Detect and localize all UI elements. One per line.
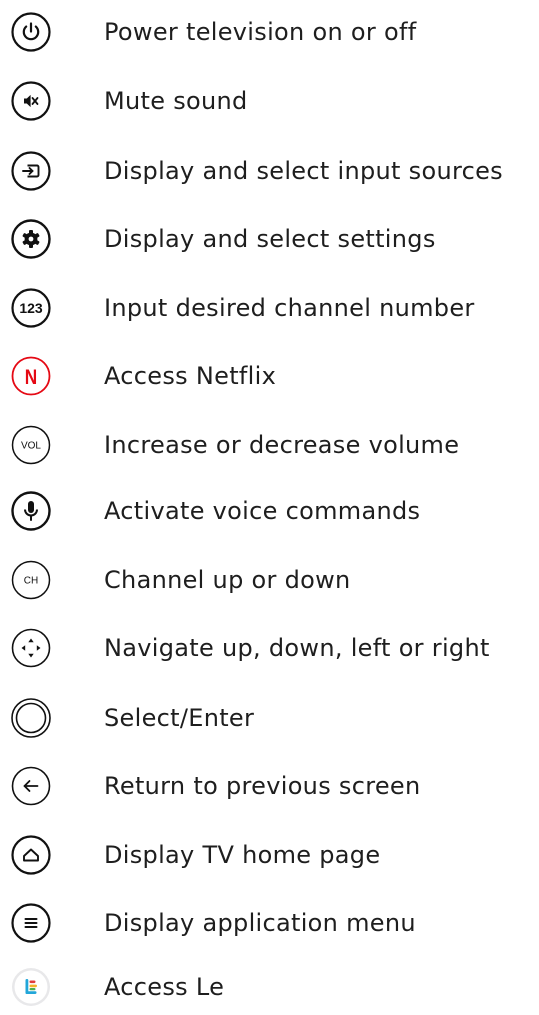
legend-label: Input desired channel number (104, 294, 475, 322)
menu-icon (10, 902, 52, 944)
legend-row-voice: Activate voice commands (0, 487, 539, 535)
legend-row-channel-number: 123 Input desired channel number (0, 284, 539, 332)
svg-text:N: N (25, 367, 37, 390)
legend-row-settings: Display and select settings (0, 215, 539, 263)
legend-row-netflix: N Access Netflix (0, 352, 539, 400)
input-source-icon (10, 150, 52, 192)
power-icon (10, 11, 52, 53)
legend-row-volume: VOL Increase or decrease volume (0, 421, 539, 469)
legend-label: Display TV home page (104, 841, 381, 869)
legend-row-input: Display and select input sources (0, 147, 539, 195)
legend-row-home: Display TV home page (0, 831, 539, 879)
navigation-dpad-icon (10, 627, 52, 669)
legend-row-channel: CH Channel up or down (0, 556, 539, 604)
legend-row-navigate: Navigate up, down, left or right (0, 624, 539, 672)
legend-label: Return to previous screen (104, 772, 421, 800)
legend-label: Navigate up, down, left or right (104, 634, 490, 662)
number-pad-icon: 123 (10, 287, 52, 329)
legend-row-back: Return to previous screen (0, 762, 539, 810)
mute-icon (10, 80, 52, 122)
legend-row-power: Power television on or off (0, 8, 539, 56)
legend-label: Display and select input sources (104, 157, 503, 185)
legend-row-mute: Mute sound (0, 77, 539, 125)
volume-icon: VOL (10, 424, 52, 466)
svg-text:CH: CH (24, 576, 38, 587)
le-app-icon (10, 966, 52, 1008)
microphone-icon (10, 490, 52, 532)
legend-label: Select/Enter (104, 704, 255, 732)
legend-label: Increase or decrease volume (104, 431, 460, 459)
legend-label: Mute sound (104, 87, 248, 115)
svg-text:123: 123 (19, 300, 43, 316)
legend-label: Display and select settings (104, 225, 436, 253)
home-icon (10, 834, 52, 876)
legend-label: Display application menu (104, 909, 416, 937)
legend-label: Activate voice commands (104, 497, 421, 525)
remote-button-legend: Power television on or off Mute sound Di… (0, 0, 539, 1015)
legend-label: Access Netflix (104, 362, 277, 390)
legend-row-menu: Display application menu (0, 899, 539, 947)
settings-gear-icon (10, 218, 52, 260)
channel-icon: CH (10, 559, 52, 601)
netflix-icon: N (10, 355, 52, 397)
legend-row-le: Access Le (0, 963, 539, 1011)
svg-text:VOL: VOL (21, 441, 41, 452)
legend-label: Channel up or down (104, 566, 351, 594)
back-arrow-icon (10, 765, 52, 807)
legend-row-select: Select/Enter (0, 694, 539, 742)
legend-label: Access Le (104, 973, 225, 1001)
select-enter-icon (10, 697, 52, 739)
legend-label: Power television on or off (104, 18, 417, 46)
